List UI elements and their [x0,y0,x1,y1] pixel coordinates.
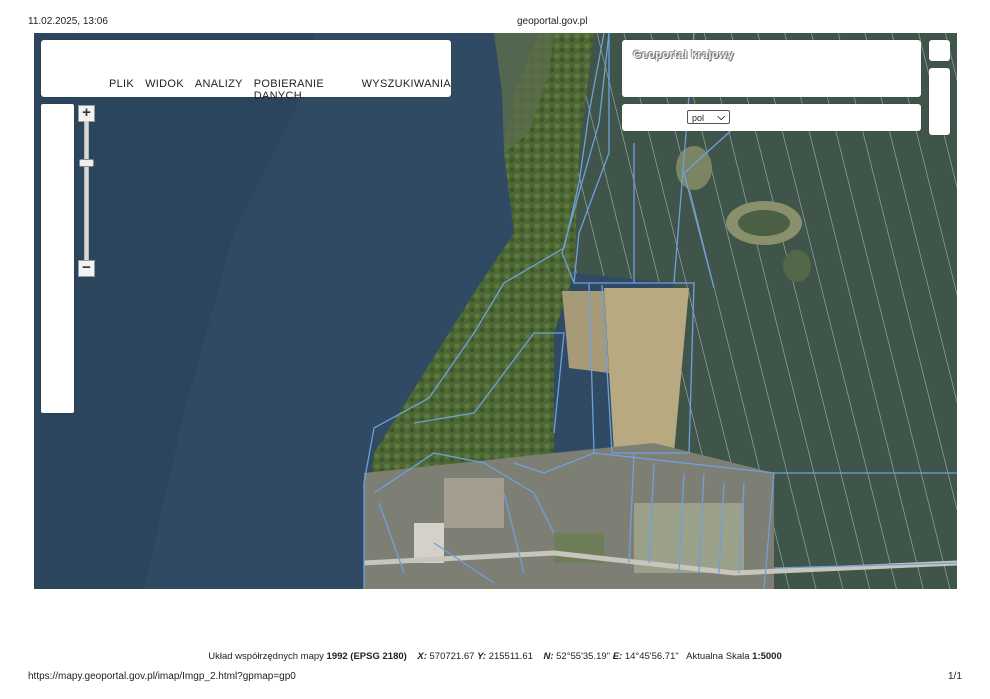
chevron-down-icon: ⌵ [717,112,725,123]
print-datetime: 11.02.2025, 13:06 [28,16,108,27]
zoom-slider-track[interactable] [84,121,89,261]
y-value: 215511.61 [488,651,533,662]
main-menu-panel: PLIK WIDOK ANALIZY POBIERANIE DANYCH WYS… [41,40,451,102]
print-page-number: 1/1 [948,671,962,682]
right-toolbar-panel[interactable] [929,68,950,135]
e-label: E: [612,651,623,662]
y-label: Y: [477,651,487,662]
zoom-out-button[interactable]: − [78,260,95,277]
right-toolbar-button[interactable] [929,40,950,61]
n-label: N: [543,651,554,662]
app-title: Geoportal krajowy [633,49,735,61]
x-value: 570721.67 [429,651,475,662]
scale-label: Aktualna Skala [686,651,750,662]
print-url: https://mapy.geoportal.gov.pl/imap/Imgp_… [28,671,296,682]
language-select-value: pol [692,113,705,123]
menu-item-pobieranie-danych[interactable]: POBIERANIE DANYCH [254,78,351,102]
coordinates-bar: Układ współrzędnych mapy 1992 (EPSG 2180… [0,651,990,662]
menu-item-widok[interactable]: WIDOK [145,78,184,102]
menu-item-wyszukiwania[interactable]: WYSZUKIWANIA [362,78,451,102]
print-site-title: geoportal.gov.pl [517,16,588,27]
x-label: X: [417,651,427,662]
e-value: 14°45'56.71" [624,651,679,662]
language-select[interactable]: pol ⌵ [687,110,730,124]
zoom-in-button[interactable]: + [78,105,95,122]
n-value: 52°55'35.19" [556,651,611,662]
language-panel: pol ⌵ [622,104,921,131]
layers-sidebar[interactable] [41,104,74,413]
scale-value: 1:5000 [752,651,782,662]
title-panel: Geoportal krajowy [622,40,921,97]
coord-system-label: Układ współrzędnych mapy [208,651,324,662]
zoom-slider-handle[interactable] [79,159,94,167]
menu-item-plik[interactable]: PLIK [109,78,134,102]
coord-system-value: 1992 (EPSG 2180) [326,651,407,662]
menu-item-analizy[interactable]: ANALIZY [195,78,243,102]
